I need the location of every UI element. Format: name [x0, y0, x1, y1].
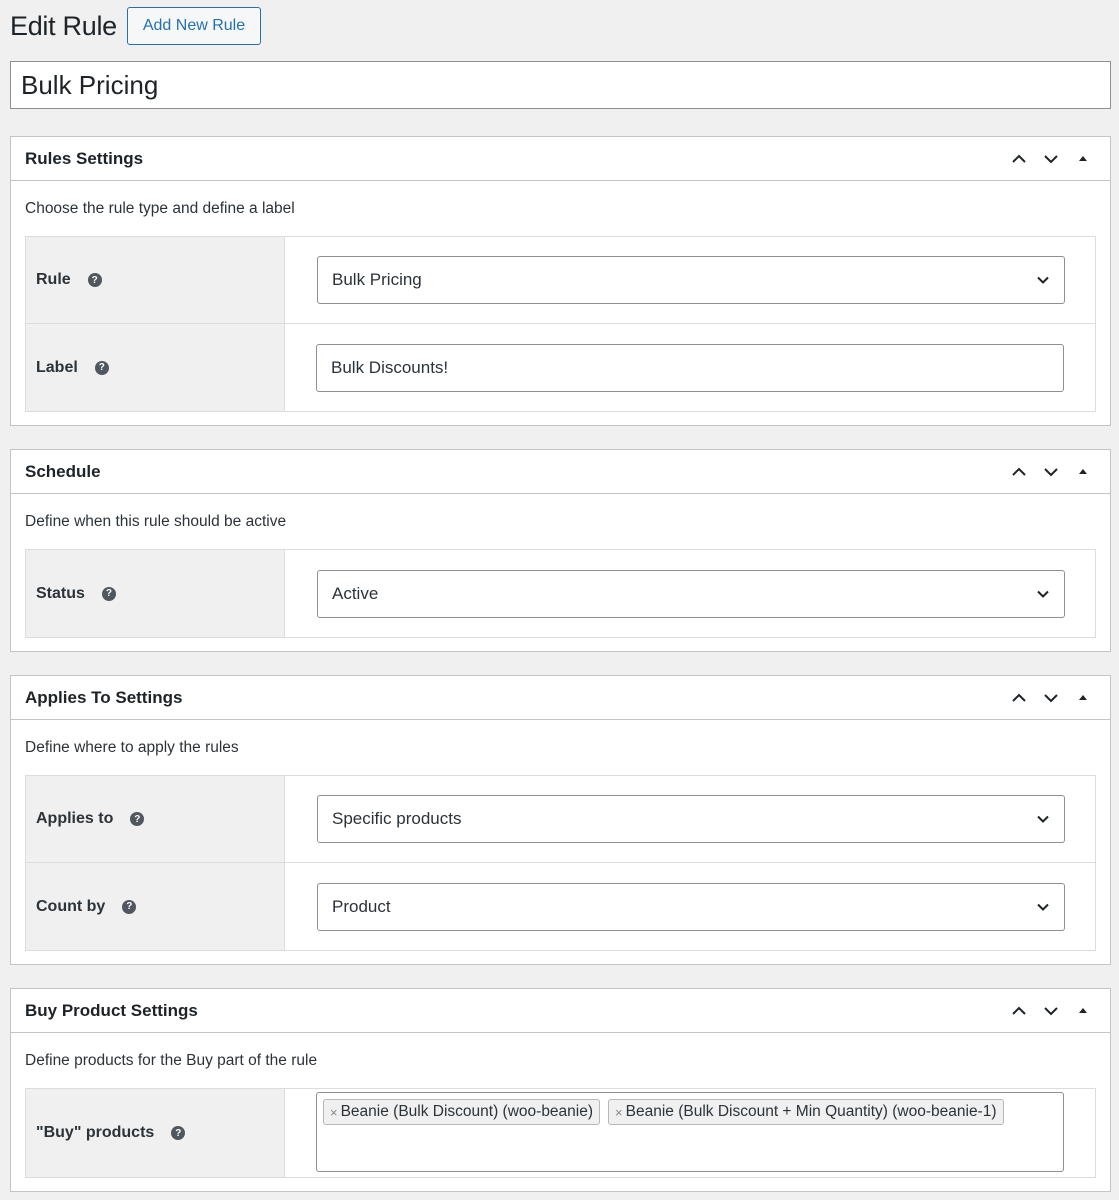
field-control: Active	[285, 550, 1095, 637]
postbox-header: Schedule	[11, 450, 1110, 494]
remove-token-icon[interactable]: ×	[615, 1105, 623, 1120]
form-row-count-by: Count by ? Product	[26, 863, 1095, 950]
chevron-down-icon	[1037, 590, 1049, 598]
buy-products-label: "Buy" products	[36, 1124, 155, 1141]
select-value: Active	[332, 583, 379, 603]
rule-label: Rule	[36, 271, 71, 288]
select-value: Bulk Pricing	[332, 270, 422, 289]
schedule-box: Schedule Define when this rule should be…	[10, 449, 1111, 652]
move-down-icon[interactable]	[1038, 998, 1064, 1024]
field-control: Bulk Pricing	[285, 237, 1095, 323]
postbox-title: Buy Product Settings	[25, 1000, 198, 1020]
move-down-icon[interactable]	[1038, 459, 1064, 485]
applies-to-box: Applies To Settings Define where to appl…	[10, 675, 1111, 965]
select-value: Product	[332, 896, 391, 916]
token-label: Beanie (Bulk Discount) (woo-beanie)	[340, 1103, 594, 1120]
form-row-buy-products: "Buy" products ? × Beanie (Bulk Discount…	[26, 1089, 1095, 1177]
postbox-header: Rules Settings	[11, 137, 1110, 181]
section-description: Define when this rule should be active	[25, 513, 287, 530]
help-icon[interactable]: ?	[130, 812, 145, 826]
field-label: Applies to ?	[26, 776, 285, 862]
help-icon[interactable]: ?	[101, 586, 116, 601]
toggle-panel-icon[interactable]	[1070, 146, 1096, 172]
field-label: Label ?	[26, 324, 285, 411]
toggle-panel-icon[interactable]	[1070, 685, 1096, 711]
field-label: Count by ?	[26, 863, 285, 950]
section-description: Choose the rule type and define a label	[25, 200, 295, 217]
section-description: Define products for the Buy part of the …	[25, 1052, 318, 1069]
add-new-rule-button[interactable]: Add New Rule	[126, 7, 262, 45]
form-row-rule: Rule ? Bulk Pricing	[26, 237, 1095, 324]
move-down-icon[interactable]	[1038, 685, 1064, 711]
form-table: "Buy" products ? × Beanie (Bulk Discount…	[25, 1088, 1096, 1178]
move-down-icon[interactable]	[1038, 146, 1064, 172]
count-by-label: Count by	[36, 897, 106, 915]
remove-token-icon[interactable]: ×	[330, 1105, 338, 1120]
field-control: Specific products	[285, 776, 1095, 862]
page-header: Edit Rule Add New Rule	[10, 7, 262, 45]
handle-actions	[1006, 146, 1096, 172]
help-icon[interactable]: ?	[122, 899, 137, 914]
field-control: Bulk Discounts!	[285, 324, 1095, 411]
help-icon[interactable]: ?	[94, 360, 109, 375]
label-input[interactable]: Bulk Discounts!	[316, 343, 1064, 392]
product-token: × Beanie (Bulk Discount) (woo-beanie)	[323, 1099, 601, 1125]
label-label: Label	[36, 358, 78, 376]
handle-actions	[1006, 459, 1096, 485]
move-up-icon[interactable]	[1006, 685, 1032, 711]
move-up-icon[interactable]	[1006, 459, 1032, 485]
move-up-icon[interactable]	[1006, 998, 1032, 1024]
chevron-down-icon	[1037, 276, 1049, 284]
select-value: Specific products	[332, 809, 462, 828]
rule-title-input[interactable]: Bulk Pricing	[10, 61, 1111, 109]
status-select[interactable]: Active	[317, 569, 1065, 618]
count-by-select[interactable]: Product	[317, 882, 1065, 931]
chevron-down-icon	[1037, 815, 1049, 823]
status-label: Status	[36, 584, 85, 602]
applies-to-label: Applies to	[36, 810, 114, 827]
form-table: Status ? Active	[25, 549, 1096, 638]
product-token: × Beanie (Bulk Discount + Min Quantity) …	[608, 1099, 1004, 1125]
form-row-label: Label ? Bulk Discounts!	[26, 324, 1095, 411]
help-icon[interactable]: ?	[87, 273, 102, 287]
postbox-header: Buy Product Settings	[11, 989, 1110, 1033]
rule-type-select[interactable]: Bulk Pricing	[317, 256, 1065, 304]
buy-product-box: Buy Product Settings Define products for…	[10, 988, 1111, 1192]
postbox-title: Rules Settings	[25, 148, 144, 168]
field-control: Product	[285, 863, 1095, 950]
field-label: "Buy" products ?	[26, 1089, 285, 1177]
chevron-down-icon	[1037, 903, 1049, 911]
postbox-title: Schedule	[25, 461, 101, 481]
move-up-icon[interactable]	[1006, 146, 1032, 172]
field-label: Status ?	[26, 550, 285, 637]
postbox-header: Applies To Settings	[11, 676, 1110, 720]
buy-products-multiselect[interactable]: × Beanie (Bulk Discount) (woo-beanie) × …	[316, 1092, 1064, 1172]
token-label: Beanie (Bulk Discount + Min Quantity) (w…	[625, 1103, 997, 1120]
form-row-status: Status ? Active	[26, 550, 1095, 637]
toggle-panel-icon[interactable]	[1070, 459, 1096, 485]
toggle-panel-icon[interactable]	[1070, 998, 1096, 1024]
form-table: Rule ? Bulk Pricing Label ? Bulk Discoun…	[25, 236, 1096, 412]
form-table: Applies to ? Specific products Count by …	[25, 775, 1096, 951]
rules-settings-box: Rules Settings Choose the rule type and …	[10, 136, 1111, 426]
postbox-title: Applies To Settings	[25, 687, 183, 707]
handle-actions	[1006, 685, 1096, 711]
form-row-applies-to: Applies to ? Specific products	[26, 776, 1095, 863]
field-label: Rule ?	[26, 237, 285, 323]
applies-to-select[interactable]: Specific products	[317, 795, 1065, 843]
field-control: × Beanie (Bulk Discount) (woo-beanie) × …	[285, 1089, 1095, 1177]
section-description: Define where to apply the rules	[25, 739, 239, 756]
page-title: Edit Rule	[10, 10, 117, 41]
help-icon[interactable]: ?	[171, 1126, 186, 1140]
handle-actions	[1006, 998, 1096, 1024]
